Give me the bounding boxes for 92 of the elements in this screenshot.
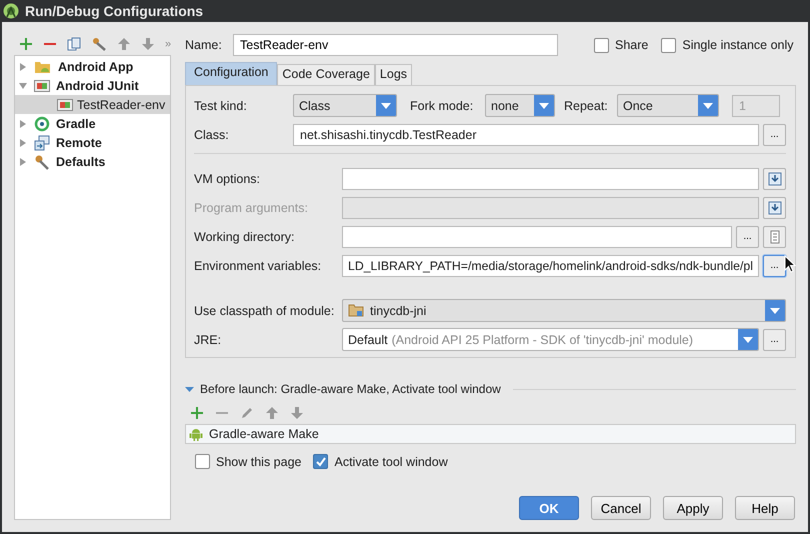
- caret-icon: [770, 308, 780, 314]
- vm-options-label: VM options:: [194, 172, 262, 186]
- tree-item-label: TestReader-env: [77, 98, 166, 112]
- expand-arrow-icon[interactable]: [18, 62, 28, 72]
- window-title: Run/Debug Configurations: [25, 3, 204, 19]
- working-directory-label: Working directory:: [194, 230, 296, 244]
- task-item[interactable]: Gradle-aware Make: [186, 425, 795, 443]
- share-checkbox[interactable]: Share: [594, 38, 648, 52]
- expand-arrow-icon[interactable]: [18, 156, 28, 166]
- browse-button[interactable]: ...: [763, 124, 786, 146]
- dialog-button[interactable]: OK: [519, 496, 579, 520]
- browse-button[interactable]: ...: [736, 226, 759, 248]
- environment-variables-label: Environment variables:: [194, 258, 322, 272]
- task-label: Gradle-aware Make: [209, 427, 319, 441]
- down-arrow-icon[interactable]: [290, 406, 304, 420]
- module-label: Use classpath of module:: [194, 304, 336, 318]
- add-icon[interactable]: [190, 406, 204, 420]
- tree-item-label: Remote: [56, 136, 102, 150]
- module-value: tinycdb-jni: [370, 304, 426, 318]
- jre-label: JRE:: [194, 332, 222, 346]
- dialog-button[interactable]: Apply: [663, 496, 723, 520]
- tree-item[interactable]: Android JUnit: [15, 76, 170, 95]
- browse-button[interactable]: ...: [763, 328, 786, 350]
- class-label: Class:: [194, 128, 230, 142]
- tree-item[interactable]: Defaults: [15, 152, 170, 171]
- expand-arrow-icon[interactable]: [18, 118, 28, 128]
- dialog-button[interactable]: Cancel: [591, 496, 651, 520]
- collapse-arrow-icon[interactable]: [185, 384, 194, 394]
- caret-icon: [539, 102, 549, 108]
- expand-icon: [768, 200, 782, 214]
- folder-icon: [34, 60, 52, 74]
- name-label: Name:: [185, 38, 223, 52]
- test-kind-dropdown[interactable]: Class: [293, 94, 397, 117]
- working-directory-field[interactable]: [342, 226, 732, 248]
- browse-button[interactable]: ...: [763, 254, 786, 276]
- repeat-dropdown[interactable]: Once: [617, 94, 719, 117]
- test-icon: [34, 80, 50, 92]
- jre-dropdown[interactable]: Default (Android API 25 Platform - SDK of 'tinycdb-jni' module): [342, 328, 759, 351]
- remote-icon: [34, 134, 50, 150]
- tree-item[interactable]: Remote: [15, 133, 170, 152]
- module-dropdown[interactable]: tinycdb-jni: [342, 299, 786, 322]
- folder-icon: [348, 304, 364, 317]
- dialog-button[interactable]: Help: [735, 496, 795, 520]
- wrench-icon: [34, 154, 50, 170]
- test-kind-label: Test kind:: [194, 98, 248, 112]
- environment-variables-field[interactable]: LD_LIBRARY_PATH=/media/storage/homelink/android-sdks/ndk-bundle/pl: [342, 254, 759, 276]
- fork-mode-label: Fork mode:: [410, 98, 474, 112]
- tree-item[interactable]: Android App: [15, 57, 170, 76]
- pencil-icon[interactable]: [240, 406, 254, 420]
- single-instance-checkbox[interactable]: Single instance only: [661, 38, 794, 52]
- tab[interactable]: Configuration: [185, 62, 278, 85]
- repeat-label: Repeat:: [564, 98, 609, 112]
- mouse-cursor-icon: [784, 255, 796, 273]
- wrench-icon[interactable]: [91, 37, 107, 51]
- class-field[interactable]: net.shisashi.tinycdb.TestReader: [293, 124, 759, 146]
- expand-arrow-icon[interactable]: [18, 80, 28, 90]
- copy-icon[interactable]: [67, 37, 81, 51]
- expand-arrow-icon[interactable]: [18, 138, 28, 148]
- tree-item[interactable]: TestReader-env: [15, 95, 170, 114]
- name-field[interactable]: TestReader-env: [233, 34, 558, 56]
- add-icon[interactable]: [19, 37, 33, 51]
- caret-icon: [381, 102, 391, 108]
- before-launch-heading: Before launch: Gradle-aware Make, Activate tool window: [200, 382, 501, 396]
- tree-item-label: Defaults: [56, 154, 106, 168]
- tree-item-label: Android App: [58, 60, 134, 74]
- macro-button[interactable]: [763, 226, 786, 248]
- up-arrow-icon[interactable]: [117, 37, 131, 51]
- tab[interactable]: Logs: [374, 64, 412, 85]
- document-icon: [770, 230, 780, 244]
- gradle-icon: [34, 116, 50, 132]
- android-studio-icon: [3, 3, 19, 19]
- vm-options-field[interactable]: [342, 168, 759, 190]
- show-this-page-checkbox[interactable]: Show this page: [195, 454, 302, 469]
- expand-icon: [768, 172, 782, 186]
- tree-item[interactable]: Gradle: [15, 114, 170, 133]
- android-icon: [189, 427, 203, 441]
- activate-tool-window-checkbox[interactable]: Activate tool window: [313, 454, 448, 469]
- down-arrow-icon[interactable]: [141, 37, 155, 51]
- program-arguments-label: Program arguments:: [194, 200, 309, 214]
- jre-value: Default: [348, 332, 388, 346]
- expand-field-button[interactable]: [763, 168, 786, 190]
- jre-hint: (Android API 25 Platform - SDK of 'tinycdb-jni' module): [392, 332, 694, 346]
- expand-field-button[interactable]: [763, 196, 786, 218]
- tab[interactable]: Code Coverage: [277, 64, 375, 85]
- tree-item-label: Gradle: [56, 116, 96, 130]
- caret-icon: [743, 336, 753, 342]
- test-icon: [57, 98, 73, 110]
- caret-icon: [703, 102, 713, 108]
- checkmark-icon: [316, 456, 326, 466]
- tree-item-label: Android JUnit: [56, 78, 139, 92]
- fork-mode-dropdown[interactable]: none: [485, 94, 555, 117]
- up-arrow-icon[interactable]: [265, 406, 279, 420]
